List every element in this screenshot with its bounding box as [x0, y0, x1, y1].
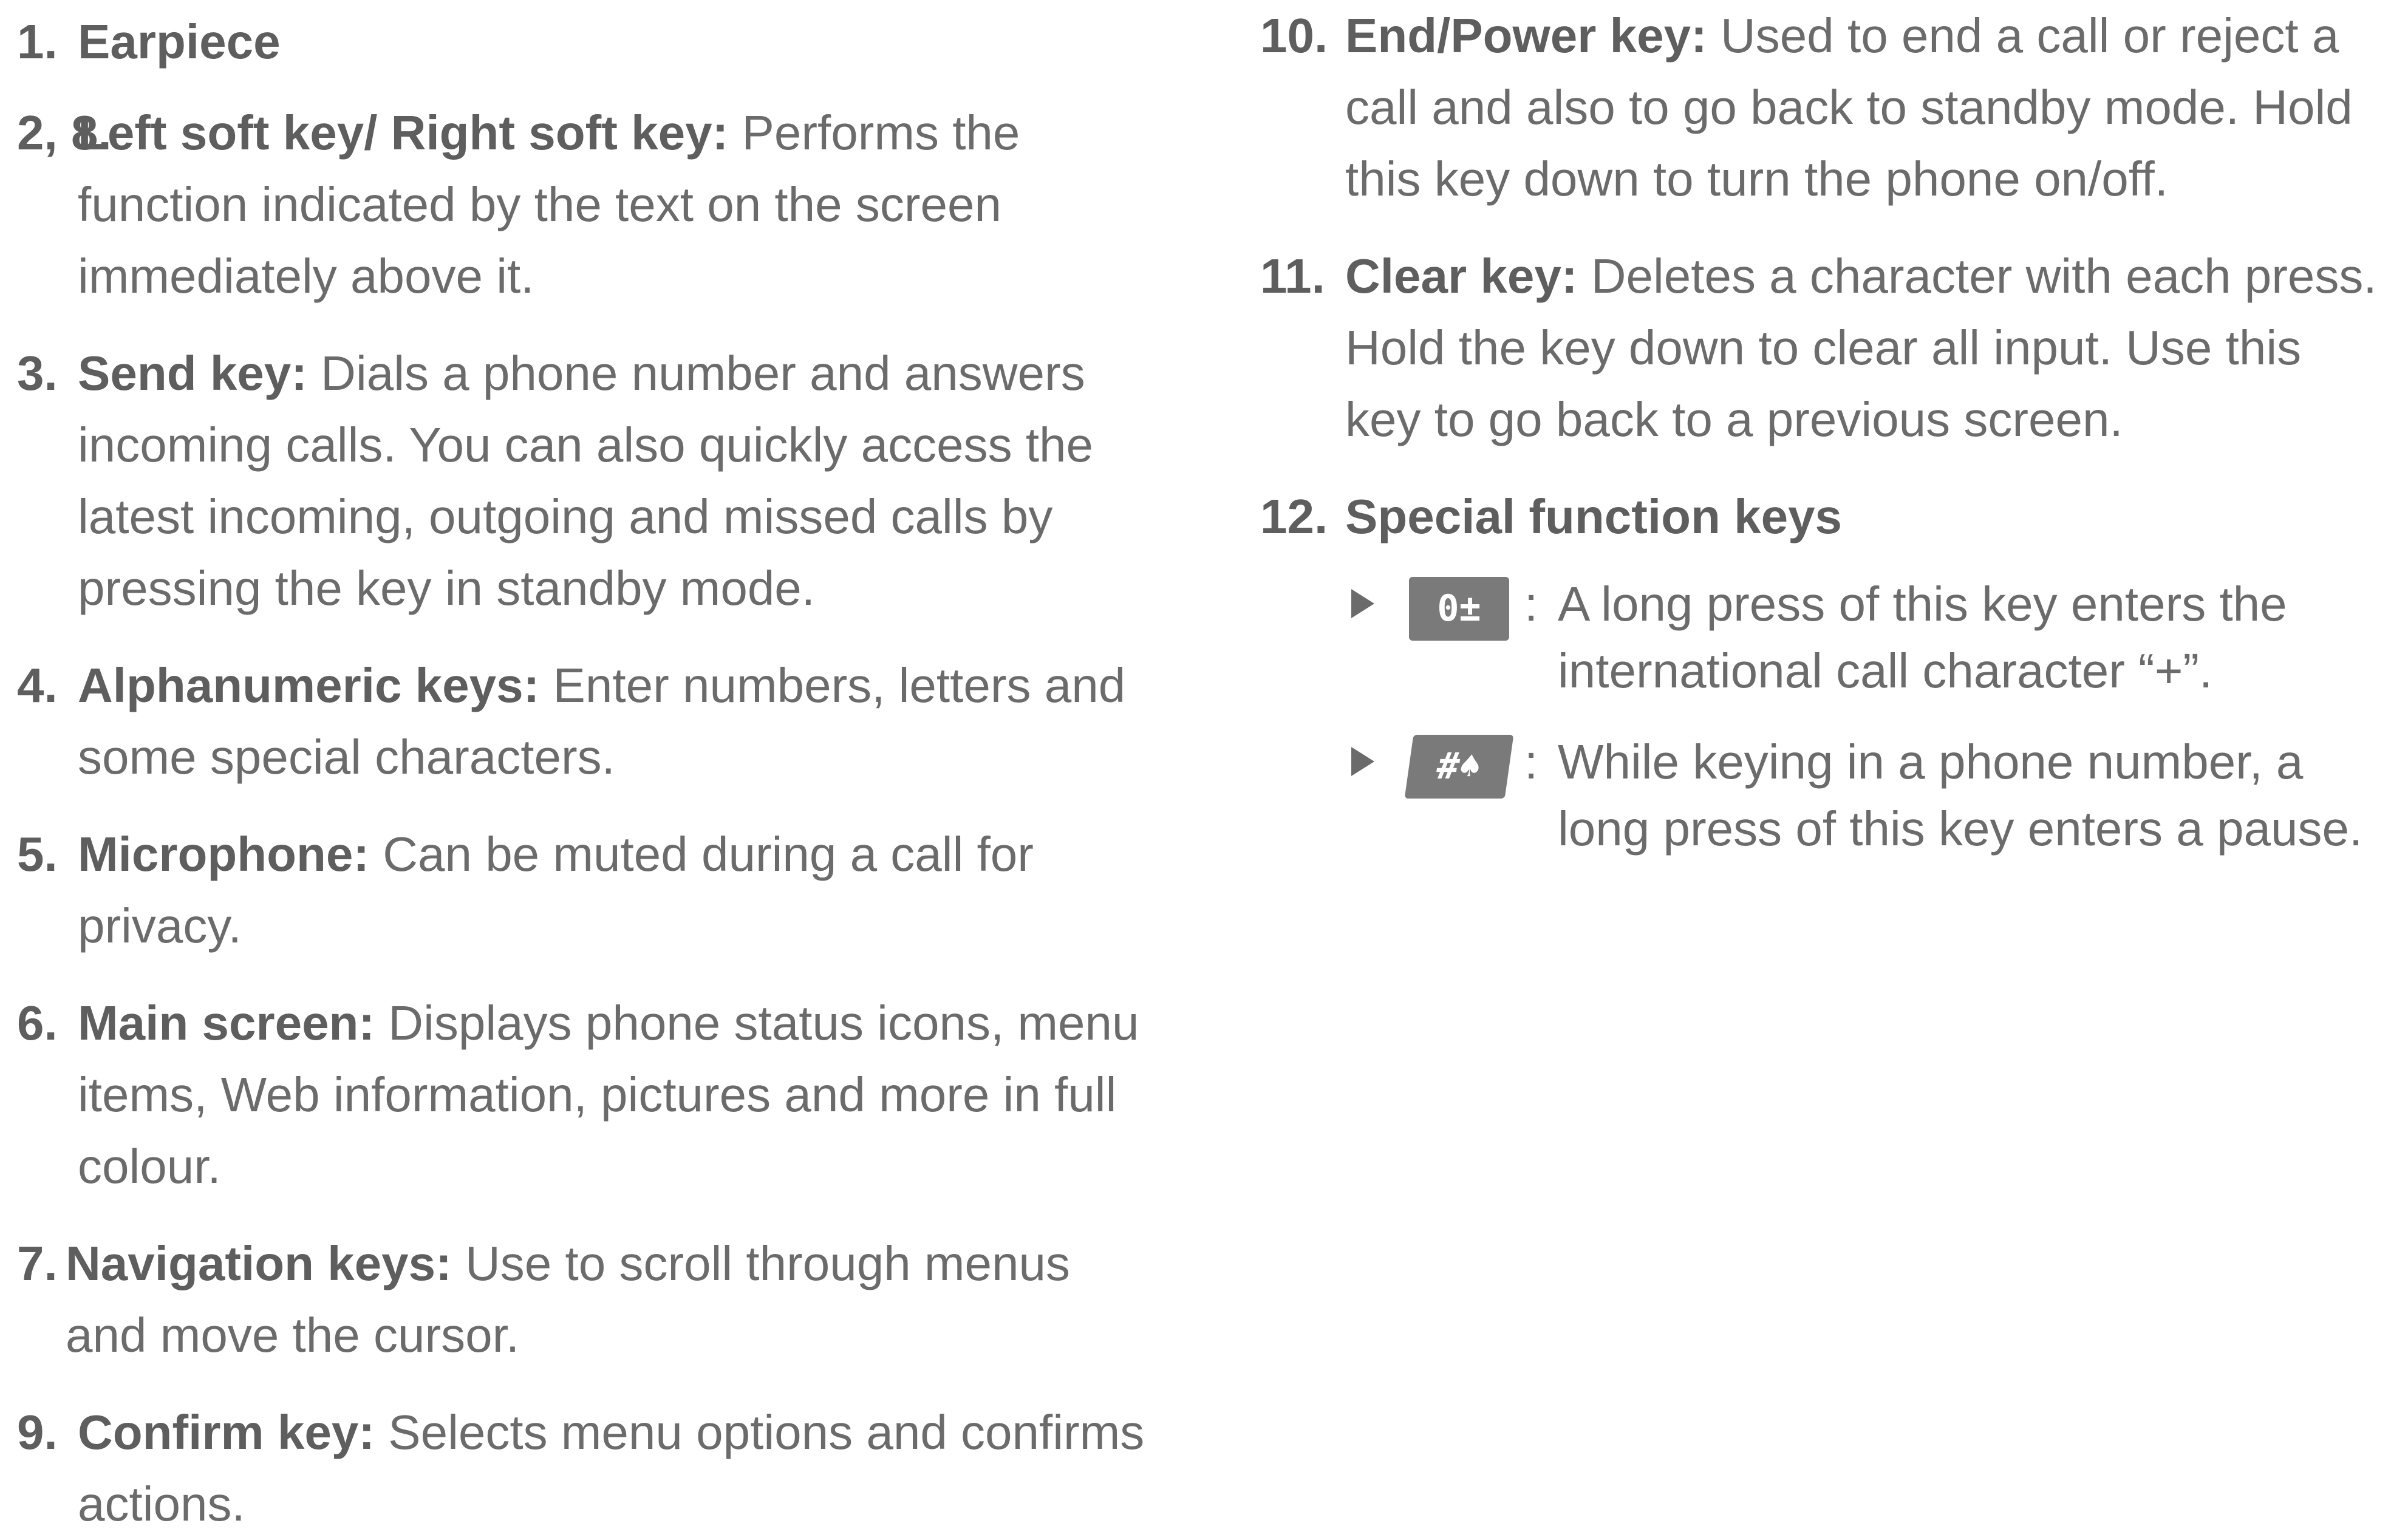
item-heading: Navigation keys:: [66, 1236, 452, 1290]
item-number: 12.: [1260, 489, 1328, 543]
list-item-special-function-keys: 12. Special function keys: [1260, 481, 2378, 553]
list-item-send-key: 3. Send key: Dials a phone number and an…: [17, 338, 1159, 624]
item-heading: Left soft key/ Right soft key:: [78, 106, 729, 160]
item-heading: Alphanumeric keys:: [78, 658, 540, 712]
item-number: 3.: [17, 346, 58, 400]
special-key-item-hash: #♠ : While keying in a phone number, a l…: [1351, 729, 2378, 862]
item-number: 10.: [1260, 9, 1328, 63]
list-item-clear-key: 11. Clear key: Deletes a character with …: [1260, 240, 2378, 455]
item-number: 11.: [1260, 249, 1325, 303]
list-item-soft-keys: 2, 8. Left soft key/ Right soft key: Per…: [17, 97, 1159, 312]
item-heading: Microphone:: [78, 827, 369, 881]
item-heading: Special function keys: [1345, 489, 1843, 543]
list-item-confirm-key: 9. Confirm key: Selects menu options and…: [17, 1397, 1159, 1540]
list-item-microphone: 5. Microphone: Can be muted during a cal…: [17, 819, 1159, 962]
item-number: 7.: [17, 1236, 58, 1290]
item-number: 9.: [17, 1405, 58, 1459]
item-number: 2, 8.: [17, 106, 112, 160]
right-column: 10. End/Power key: Used to end a call or…: [1260, 0, 2378, 887]
item-heading: Confirm key:: [78, 1405, 375, 1459]
colon-separator: :: [1524, 735, 1538, 789]
item-heading: Main screen:: [78, 996, 375, 1050]
list-item-end-power-key: 10. End/Power key: Used to end a call or…: [1260, 0, 2378, 215]
item-number: 5.: [17, 827, 58, 881]
bullet-arrow-icon: [1351, 589, 1374, 618]
zero-plus-key-icon: 0±: [1409, 577, 1509, 641]
item-number: 6.: [17, 996, 58, 1050]
hash-pause-key-icon: #♠: [1404, 735, 1514, 799]
item-number: 1.: [17, 15, 58, 69]
list-item-earpiece: 1. Earpiece: [17, 6, 1159, 78]
left-column: 1. Earpiece 2, 8. Left soft key/ Right s…: [17, 0, 1159, 1540]
special-key-item-zero: 0± : A long press of this key enters the…: [1351, 571, 2378, 704]
item-heading: End/Power key:: [1345, 9, 1707, 63]
special-keys-list: 0± : A long press of this key enters the…: [1351, 571, 2378, 862]
special-key-description: A long press of this key enters the inte…: [1558, 577, 2287, 698]
special-key-description: While keying in a phone number, a long p…: [1558, 735, 2363, 856]
item-number: 4.: [17, 658, 58, 712]
item-heading: Send key:: [78, 346, 307, 400]
list-item-navigation-keys: 7. Navigation keys: Use to scroll throug…: [17, 1228, 1159, 1371]
bullet-arrow-icon: [1351, 747, 1374, 776]
list-item-alphanumeric-keys: 4. Alphanumeric keys: Enter numbers, let…: [17, 650, 1159, 793]
item-heading: Earpiece: [78, 15, 281, 69]
item-heading: Clear key:: [1345, 249, 1578, 303]
colon-separator: :: [1524, 577, 1538, 631]
list-item-main-screen: 6. Main screen: Displays phone status ic…: [17, 987, 1159, 1202]
